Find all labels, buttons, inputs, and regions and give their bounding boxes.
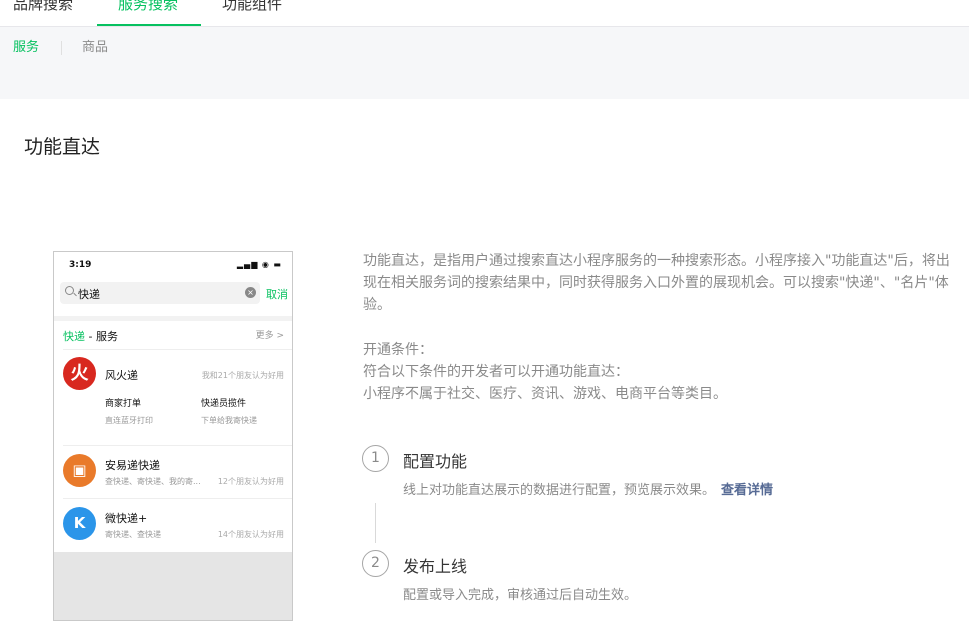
more-link[interactable]: 更多 > <box>256 328 284 341</box>
result-desc: 查快递、寄快递、我的寄... <box>105 477 201 486</box>
result-friends: 12个朋友认为好用 <box>217 477 284 486</box>
step-connector <box>375 503 376 543</box>
phone-separator <box>54 316 292 321</box>
status-time: 3:19 <box>69 260 92 270</box>
result-desc: 寄快递、查快递 <box>105 530 161 539</box>
tab-service-search[interactable]: 服务搜索 <box>118 0 178 14</box>
tab-brand-search[interactable]: 品牌搜索 <box>13 0 73 14</box>
page-title: 功能直达 <box>24 136 101 158</box>
result-name[interactable]: 风火递 <box>105 367 138 383</box>
phone-preview: 3:19 ▂▄▆ ◉ ▬ 快递 × 取消 快递 - 服务 更多 > 火 风火递 … <box>53 251 293 621</box>
phone-search-query: 快递 <box>78 288 100 301</box>
step-desc-text: 线上对功能直达展示的数据进行配置，预览展示效果。 <box>403 483 716 498</box>
top-tab-bar: 品牌搜索 服务搜索 功能组件 <box>0 0 969 27</box>
step-number: 2 <box>362 550 389 577</box>
sub-tab-bar: 服务 商品 <box>0 27 969 99</box>
result-name[interactable]: 安易递快递 <box>105 457 160 473</box>
search-icon <box>65 286 74 295</box>
row-divider <box>63 349 292 350</box>
status-icons: ▂▄▆ ◉ ▬ <box>236 260 282 269</box>
active-tab-indicator <box>97 24 201 26</box>
clear-icon[interactable]: × <box>245 287 256 298</box>
conditions-line: 小程序不属于社交、医疗、资讯、游戏、电商平台等类目。 <box>363 386 727 402</box>
row-divider <box>63 498 292 499</box>
section-keyword: 快递 <box>63 330 85 343</box>
section-suffix: - 服务 <box>85 330 118 343</box>
weikuaidi-logo: K <box>63 507 96 540</box>
conditions: 开通条件： 符合以下条件的开发者可以开通功能直达： 小程序不属于社交、医疗、资讯… <box>363 339 953 405</box>
view-details-link[interactable]: 查看详情 <box>721 483 773 498</box>
step-title: 发布上线 <box>403 557 468 576</box>
step-title: 配置功能 <box>403 452 468 471</box>
service-desc: 下单给我寄快递 <box>201 416 257 425</box>
result-friends: 14个朋友认为好用 <box>217 530 284 539</box>
result-section-heading: 快递 - 服务 <box>63 328 118 344</box>
conditions-heading: 开通条件： <box>363 342 433 358</box>
phone-search-input[interactable]: 快递 × <box>60 282 260 304</box>
result-friends: 我和21个朋友认为好用 <box>201 371 284 380</box>
phone-cancel-button[interactable]: 取消 <box>266 286 288 302</box>
service-title[interactable]: 快递员揽件 <box>201 396 246 409</box>
feature-description: 功能直达，是指用户通过搜索直达小程序服务的一种搜索形态。小程序接入"功能直达"后… <box>363 253 950 313</box>
step-desc: 配置或导入完成，审核通过后自动生效。 <box>403 588 638 603</box>
result-name[interactable]: 微快递+ <box>105 510 147 526</box>
subtab-service[interactable]: 服务 <box>13 39 39 57</box>
step-desc: 线上对功能直达展示的数据进行配置，预览展示效果。 查看详情 <box>403 479 773 498</box>
tab-feature-components[interactable]: 功能组件 <box>222 0 282 14</box>
subtab-goods[interactable]: 商品 <box>82 39 108 57</box>
service-title[interactable]: 商家打单 <box>105 396 141 409</box>
conditions-line: 符合以下条件的开发者可以开通功能直达： <box>363 364 629 380</box>
step-number: 1 <box>362 445 389 472</box>
fenghuodi-logo: 火 <box>63 357 96 390</box>
subtab-divider <box>61 41 62 55</box>
row-divider <box>63 445 292 446</box>
service-desc: 直连蓝牙打印 <box>105 416 153 425</box>
anyidi-logo: ▣ <box>63 454 96 487</box>
